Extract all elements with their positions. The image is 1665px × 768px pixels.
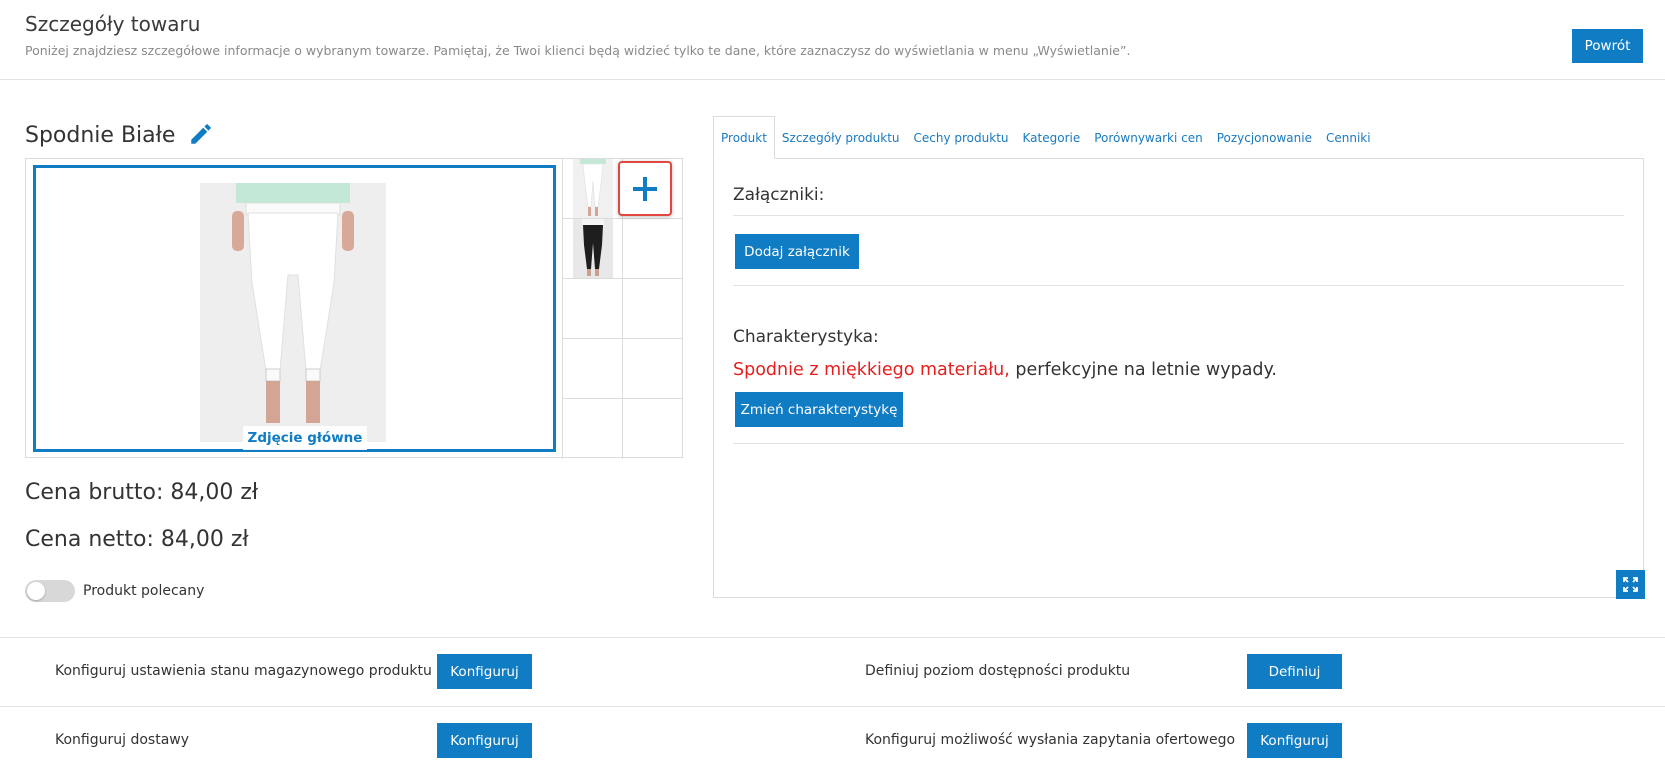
- thumbnail-cell[interactable]: [622, 219, 682, 279]
- characteristic-heading: Charakterystyka:: [733, 327, 879, 347]
- price-gross: Cena brutto: 84,00 zł: [25, 480, 259, 505]
- thumbnail-cell[interactable]: [562, 279, 622, 339]
- tab-cenniki[interactable]: Cenniki: [1319, 116, 1378, 159]
- thumbnail-black-pants: [573, 219, 613, 278]
- featured-toggle[interactable]: [25, 580, 75, 602]
- inquiry-config-label: Konfiguruj możliwość wysłania zapytania …: [865, 732, 1236, 748]
- thumbnail-cell[interactable]: [562, 219, 622, 279]
- stock-config-button[interactable]: Konfiguruj: [437, 654, 532, 689]
- photo-gallery: Zdjęcie główne: [25, 158, 683, 459]
- thumbnail-white-pants: [573, 159, 613, 218]
- expand-button[interactable]: [1616, 570, 1645, 599]
- tab-kategorie[interactable]: Kategorie: [1016, 116, 1088, 159]
- tab-porownywarki-cen[interactable]: Porównywarki cen: [1087, 116, 1209, 159]
- product-name: Spodnie Białe: [25, 123, 176, 148]
- page-title: Szczegóły towaru: [25, 12, 201, 36]
- pencil-icon[interactable]: [188, 121, 214, 147]
- product-tabs: Produkt Szczegóły produktu Cechy produkt…: [713, 116, 1378, 159]
- stock-config-label: Konfiguruj ustawienia stanu magazynowego…: [55, 663, 432, 679]
- thumbnail-cell[interactable]: [562, 339, 622, 399]
- thumbnail-cell[interactable]: [622, 279, 682, 339]
- inquiry-config-button[interactable]: Konfiguruj: [1247, 723, 1342, 758]
- tab-panel-produkt: Załączniki: Dodaj załącznik Charakteryst…: [713, 158, 1645, 599]
- add-attachment-button[interactable]: Dodaj załącznik: [735, 234, 859, 269]
- tab-produkt[interactable]: Produkt: [713, 116, 775, 159]
- attachments-heading: Załączniki:: [733, 185, 825, 205]
- tab-pozycjonowanie[interactable]: Pozycjonowanie: [1210, 116, 1319, 159]
- expand-icon: [1623, 577, 1638, 592]
- characteristic-rest: perfekcyjne na letnie wypady.: [1009, 360, 1277, 380]
- thumbnail-cell[interactable]: [562, 399, 622, 459]
- divider: [733, 285, 1624, 286]
- add-photo-button[interactable]: [618, 161, 672, 216]
- featured-label: Produkt polecany: [83, 583, 205, 599]
- characteristic-text: Spodnie z miękkiego materiału, perfekcyj…: [733, 360, 1277, 380]
- back-button[interactable]: Powrót: [1572, 29, 1643, 63]
- tab-cechy-produktu[interactable]: Cechy produktu: [907, 116, 1016, 159]
- thumbnail-cell[interactable]: [562, 159, 622, 219]
- availability-label: Definiuj poziom dostępności produktu: [865, 663, 1131, 679]
- tab-szczegoly-produktu[interactable]: Szczegóły produktu: [775, 116, 907, 159]
- page-header: Szczegóły towaru Poniżej znajdziesz szcz…: [0, 0, 1665, 80]
- availability-define-button[interactable]: Definiuj: [1247, 654, 1342, 689]
- plus-icon: [633, 176, 657, 201]
- price-net: Cena netto: 84,00 zł: [25, 527, 249, 552]
- characteristic-highlight: Spodnie z miękkiego materiału,: [733, 360, 1010, 380]
- thumbnail-cell[interactable]: [622, 339, 682, 399]
- page-subtitle: Poniżej znajdziesz szczegółowe informacj…: [25, 43, 1131, 58]
- divider: [733, 443, 1624, 444]
- main-photo: [200, 183, 386, 442]
- delivery-config-button[interactable]: Konfiguruj: [437, 723, 532, 758]
- toggle-knob: [27, 582, 45, 600]
- thumbnail-cell[interactable]: [622, 399, 682, 459]
- divider: [0, 706, 1665, 707]
- divider: [0, 637, 1665, 638]
- delivery-config-label: Konfiguruj dostawy: [55, 732, 190, 748]
- change-characteristic-button[interactable]: Zmień charakterystykę: [735, 392, 903, 427]
- main-photo-frame[interactable]: Zdjęcie główne: [33, 165, 556, 452]
- main-photo-label: Zdjęcie główne: [243, 426, 367, 450]
- divider: [733, 215, 1624, 216]
